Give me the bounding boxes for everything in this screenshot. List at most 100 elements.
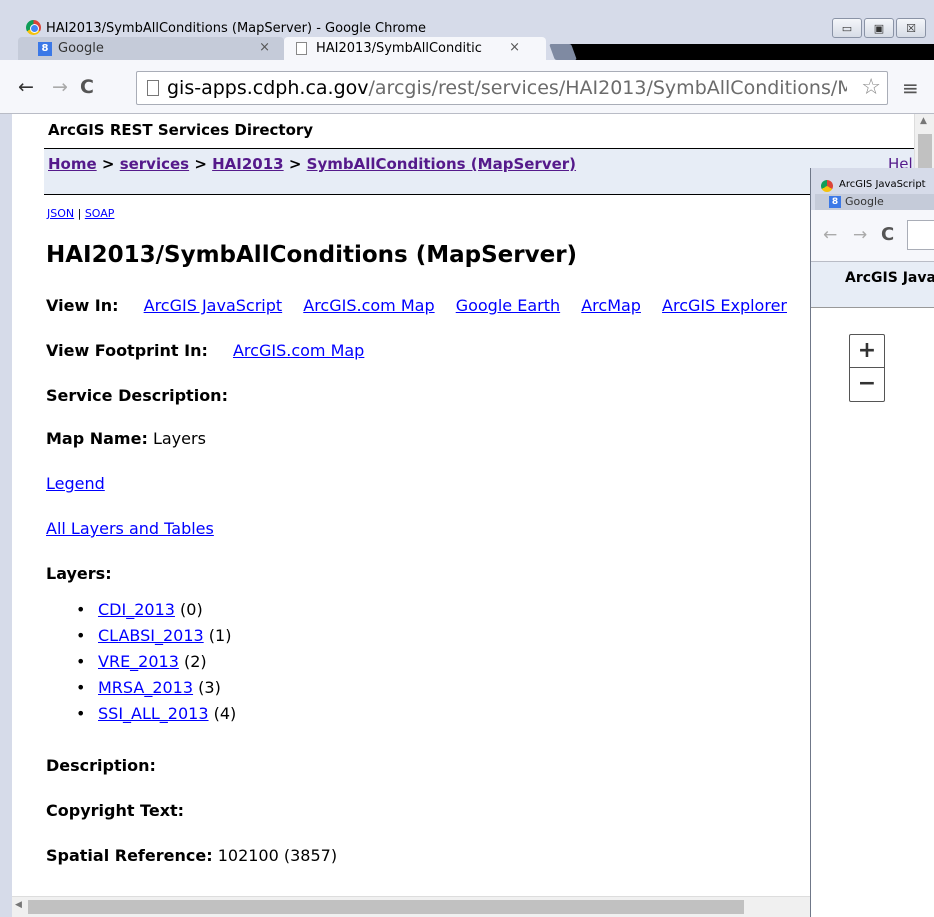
view-in-google-earth-link[interactable]: Google Earth bbox=[456, 296, 560, 315]
tab-label: Google bbox=[58, 41, 104, 56]
view-in-arcgis-explorer-link[interactable]: ArcGIS Explorer bbox=[662, 296, 787, 315]
description-label: Description: bbox=[46, 756, 156, 775]
format-separator: | bbox=[74, 207, 85, 220]
all-layers-link[interactable]: All Layers and Tables bbox=[46, 519, 214, 538]
page-icon bbox=[147, 80, 159, 96]
layer-id: (1) bbox=[208, 626, 232, 645]
list-item: SSI_ALL_2013 (4) bbox=[76, 704, 236, 730]
footprint-arcgis-com-map-link[interactable]: ArcGIS.com Map bbox=[233, 341, 364, 360]
page-favicon-icon bbox=[296, 42, 307, 55]
list-item: CLABSI_2013 (1) bbox=[76, 626, 236, 652]
legend-link[interactable]: Legend bbox=[46, 474, 105, 493]
layer-link[interactable]: CLABSI_2013 bbox=[98, 626, 204, 645]
breadcrumb-separator: > bbox=[283, 155, 307, 173]
layer-link[interactable]: SSI_ALL_2013 bbox=[98, 704, 209, 723]
zoom-out-button[interactable]: − bbox=[850, 368, 884, 401]
map-name-label: Map Name: bbox=[46, 429, 148, 448]
zoom-control: + − bbox=[849, 334, 885, 402]
breadcrumb-service-link[interactable]: SymbAllConditions (MapServer) bbox=[307, 155, 576, 173]
tab-google[interactable]: 8 Google × bbox=[18, 37, 284, 61]
view-in-arcgis-javascript-link[interactable]: ArcGIS JavaScript bbox=[144, 296, 283, 315]
tab-mapserver[interactable]: HAI2013/SymbAllConditic × bbox=[284, 37, 546, 61]
bookmark-star-icon[interactable]: ☆ bbox=[861, 75, 881, 100]
page-header: ArcGIS JavaScript bbox=[811, 262, 934, 308]
map-page: ArcGIS JavaScript + − bbox=[811, 262, 934, 917]
tab-close-icon[interactable]: × bbox=[509, 40, 520, 55]
layers-list: CDI_2013 (0) CLABSI_2013 (1) VRE_2013 (2… bbox=[76, 600, 236, 730]
view-in-row: View In: ArcGIS JavaScript ArcGIS.com Ma… bbox=[46, 296, 787, 315]
layer-id: (4) bbox=[213, 704, 237, 723]
maximize-button[interactable]: ▣ bbox=[864, 18, 894, 38]
address-bar[interactable]: gis-apps.cdph.ca.gov/arcgis/rest/service… bbox=[136, 71, 888, 105]
spatial-reference-label: Spatial Reference: bbox=[46, 846, 213, 865]
layers-heading-row: Layers: bbox=[46, 564, 112, 583]
scroll-up-icon[interactable]: ▲ bbox=[920, 116, 927, 126]
view-in-arcgis-com-map-link[interactable]: ArcGIS.com Map bbox=[303, 296, 434, 315]
spatial-reference-row: Spatial Reference: 102100 (3857) bbox=[46, 846, 337, 865]
view-footprint-label: View Footprint In: bbox=[46, 341, 208, 360]
service-description-row: Service Description: bbox=[46, 386, 228, 405]
layer-link[interactable]: CDI_2013 bbox=[98, 600, 175, 619]
forward-arrow-icon[interactable]: → bbox=[52, 76, 68, 98]
browser-toolbar: ← → C bbox=[811, 210, 934, 262]
list-item: VRE_2013 (2) bbox=[76, 652, 236, 678]
copyright-label: Copyright Text: bbox=[46, 801, 185, 820]
layer-id: (0) bbox=[180, 600, 203, 619]
layer-id: (2) bbox=[183, 652, 207, 671]
page-content: ArcGIS REST Services Directory Home > se… bbox=[12, 114, 914, 896]
breadcrumb-bar: Home > services > HAI2013 > SymbAllCondi… bbox=[44, 149, 914, 195]
reload-icon[interactable]: C bbox=[80, 76, 94, 98]
breadcrumb-services-link[interactable]: services bbox=[120, 155, 189, 173]
layer-link[interactable]: VRE_2013 bbox=[98, 652, 179, 671]
spatial-reference-value: 102100 (3857) bbox=[217, 846, 338, 865]
breadcrumb-separator: > bbox=[96, 155, 120, 173]
directory-title: ArcGIS REST Services Directory bbox=[48, 121, 314, 139]
copyright-row: Copyright Text: bbox=[46, 801, 184, 820]
chrome-logo-icon bbox=[26, 20, 41, 35]
url-path: /arcgis/rest/services/HAI2013/SymbAllCon… bbox=[368, 77, 847, 99]
window-title: HAI2013/SymbAllConditions (MapServer) - … bbox=[46, 21, 427, 36]
close-window-button[interactable]: ☒ bbox=[896, 18, 926, 38]
list-item: CDI_2013 (0) bbox=[76, 600, 236, 626]
breadcrumb-home-link[interactable]: Home bbox=[48, 155, 97, 173]
json-link[interactable]: JSON bbox=[47, 207, 74, 220]
window-controls: ▭ ▣ ☒ bbox=[832, 18, 926, 38]
layers-label: Layers: bbox=[46, 564, 112, 583]
reload-icon[interactable]: C bbox=[881, 224, 894, 245]
forward-arrow-icon[interactable]: → bbox=[853, 225, 867, 245]
format-links: JSON | SOAP bbox=[47, 207, 114, 220]
browser-toolbar: ← → C gis-apps.cdph.ca.gov/arcgis/rest/s… bbox=[0, 60, 934, 114]
map-name-value: Layers bbox=[152, 429, 206, 448]
menu-icon[interactable]: ≡ bbox=[902, 76, 919, 100]
breadcrumb: Home > services > HAI2013 > SymbAllCondi… bbox=[48, 155, 576, 173]
url-text[interactable]: gis-apps.cdph.ca.gov/arcgis/rest/service… bbox=[167, 77, 847, 99]
view-footprint-row: View Footprint In: ArcGIS.com Map bbox=[46, 341, 364, 360]
layer-id: (3) bbox=[198, 678, 221, 697]
map-name-row: Map Name: Layers bbox=[46, 429, 206, 448]
back-arrow-icon[interactable]: ← bbox=[18, 76, 34, 98]
chrome-logo-icon bbox=[821, 180, 833, 192]
breadcrumb-folder-link[interactable]: HAI2013 bbox=[212, 155, 284, 173]
layer-link[interactable]: MRSA_2013 bbox=[98, 678, 193, 697]
soap-link[interactable]: SOAP bbox=[85, 207, 115, 220]
minimize-button[interactable]: ▭ bbox=[832, 18, 862, 38]
view-in-arcmap-link[interactable]: ArcMap bbox=[581, 296, 641, 315]
tab-close-icon[interactable]: × bbox=[259, 40, 270, 55]
tab-google[interactable]: 8 Google bbox=[815, 194, 934, 210]
scroll-left-icon[interactable]: ◀ bbox=[15, 900, 22, 910]
scrollbar-thumb[interactable] bbox=[28, 900, 744, 914]
zoom-in-button[interactable]: + bbox=[850, 335, 884, 368]
breadcrumb-separator: > bbox=[189, 155, 213, 173]
google-favicon-icon: 8 bbox=[829, 196, 841, 208]
page-title: HAI2013/SymbAllConditions (MapServer) bbox=[46, 242, 578, 268]
horizontal-scrollbar[interactable]: ◀ bbox=[12, 896, 914, 917]
secondary-browser-window[interactable]: ArcGIS JavaScript 8 Google ← → C ArcGIS … bbox=[810, 168, 934, 917]
view-in-label: View In: bbox=[46, 296, 119, 315]
url-host: gis-apps.cdph.ca.gov bbox=[167, 77, 369, 99]
window-title: ArcGIS JavaScript bbox=[839, 179, 926, 190]
tab-label: HAI2013/SymbAllConditic bbox=[316, 41, 482, 56]
address-bar[interactable] bbox=[907, 220, 934, 250]
browser-window: HAI2013/SymbAllConditions (MapServer) - … bbox=[0, 0, 934, 917]
page-header-title: ArcGIS JavaScript bbox=[845, 270, 934, 286]
back-arrow-icon[interactable]: ← bbox=[823, 225, 837, 245]
